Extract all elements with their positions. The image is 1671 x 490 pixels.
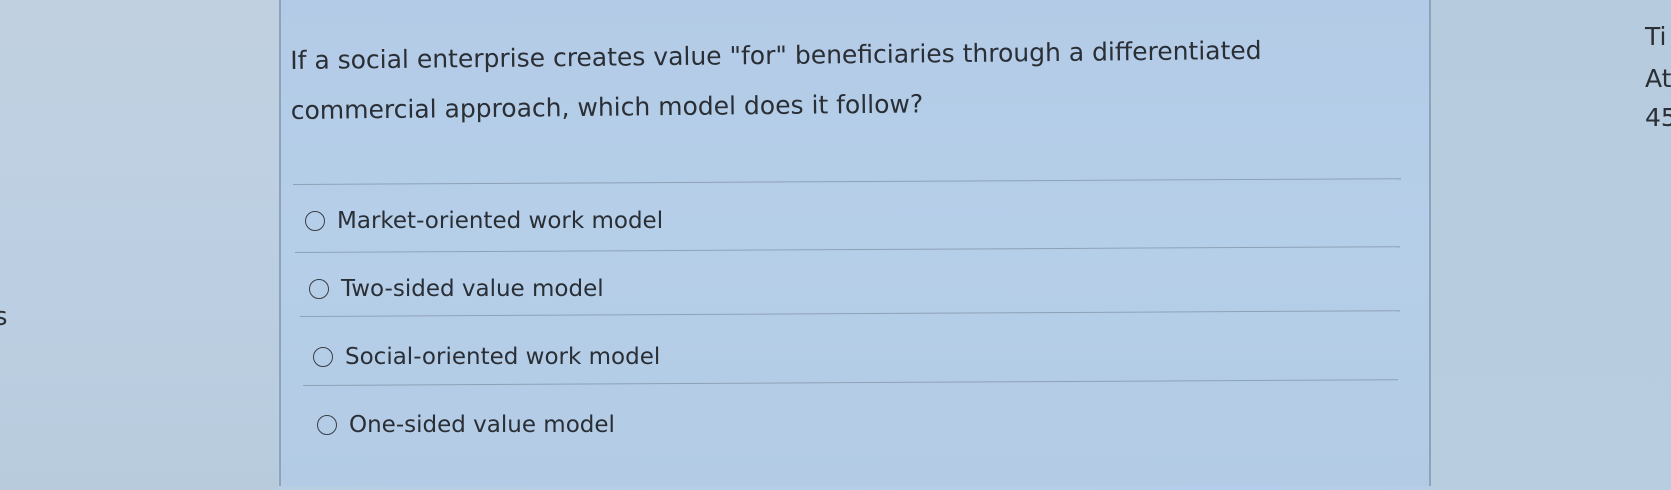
right-panel-line-2: At: [1645, 64, 1671, 93]
left-margin-area: [0, 0, 278, 490]
option-market-oriented-work-model[interactable]: Market-oriented work model: [305, 208, 663, 234]
radio-button[interactable]: [313, 347, 333, 367]
radio-button[interactable]: [309, 279, 329, 299]
option-label: Social-oriented work model: [345, 344, 661, 370]
radio-button[interactable]: [305, 211, 325, 231]
right-side-panel: [1431, 0, 1671, 490]
option-label: Two-sided value model: [341, 276, 604, 302]
option-label: Market-oriented work model: [337, 208, 664, 234]
option-social-oriented-work-model[interactable]: Social-oriented work model: [313, 344, 660, 370]
left-edge-text: s: [0, 302, 8, 332]
right-panel-line-3: 45: [1645, 103, 1671, 132]
option-two-sided-value-model[interactable]: Two-sided value model: [309, 276, 604, 302]
question-text: If a social enterprise creates value "fo…: [290, 35, 1262, 125]
right-panel-line-1: Ti: [1645, 22, 1667, 51]
option-label: One-sided value model: [349, 412, 615, 438]
option-one-sided-value-model[interactable]: One-sided value model: [317, 412, 615, 438]
radio-button[interactable]: [317, 415, 337, 435]
